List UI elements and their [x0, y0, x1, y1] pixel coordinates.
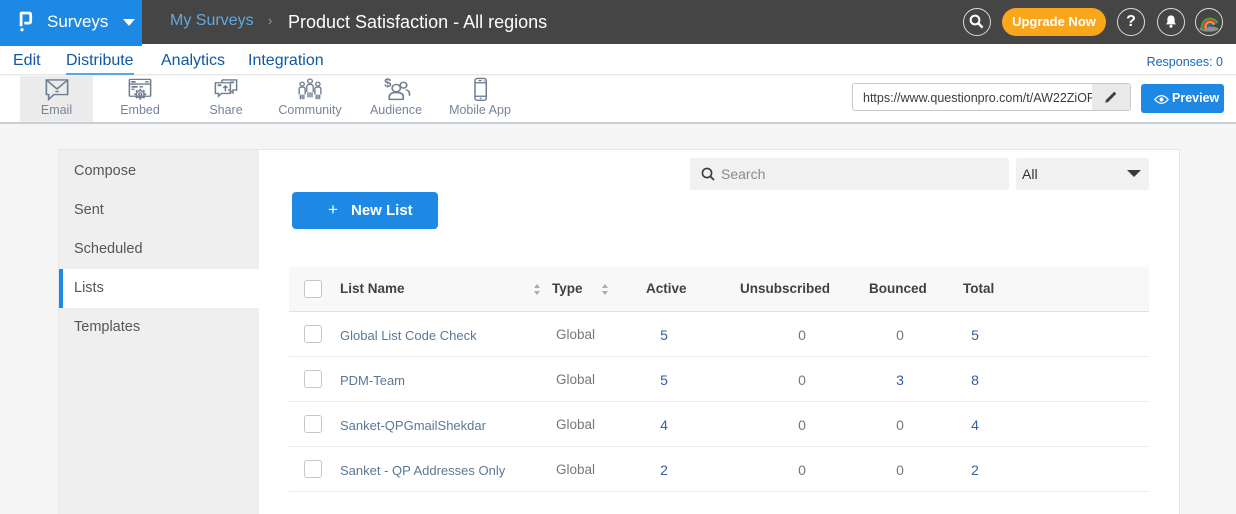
svg-text:$: $: [384, 77, 391, 90]
